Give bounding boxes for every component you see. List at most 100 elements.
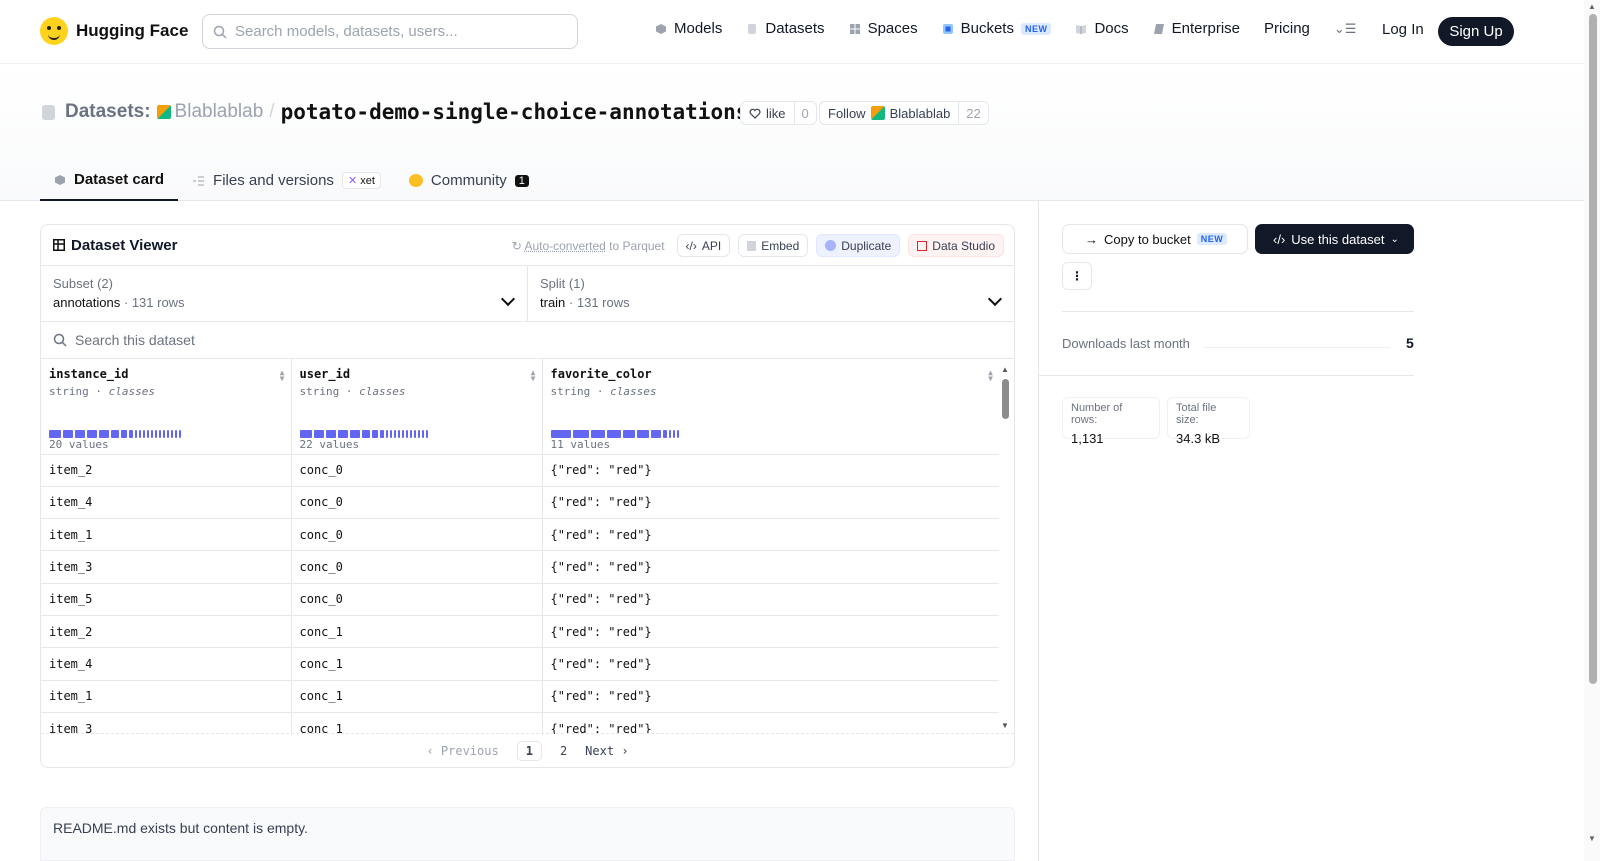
previous-page-button[interactable]: ‹ Previous <box>426 744 498 758</box>
table-cell[interactable]: conc_0 <box>291 454 543 487</box>
histogram-bar[interactable] <box>349 429 360 438</box>
histogram-bar[interactable] <box>159 429 161 438</box>
nav-spaces[interactable]: Spaces <box>849 20 918 37</box>
follow-main[interactable]: Follow Blablablab <box>820 102 960 124</box>
sort-icon[interactable]: ▲ ▼ <box>988 369 993 383</box>
scroll-up-icon[interactable]: ▲ <box>1001 365 1009 374</box>
nav-models[interactable]: Models <box>655 20 722 37</box>
scroll-down-icon[interactable]: ▼ <box>1001 721 1009 730</box>
table-row[interactable]: item_4 conc_0 {"red": "red"} <box>41 486 999 520</box>
histogram-bar[interactable] <box>385 429 388 438</box>
column-header-user-id[interactable]: user_id string · classes ▲ ▼ 22 values <box>291 359 543 455</box>
histogram-bar[interactable] <box>121 429 127 438</box>
histogram-bar[interactable] <box>393 429 396 438</box>
table-cell[interactable]: conc_1 <box>291 712 543 734</box>
table-row[interactable]: item_4 conc_1 {"red": "red"} <box>41 647 999 681</box>
page-2-button[interactable]: 2 <box>560 744 567 758</box>
table-cell[interactable]: {"red": "red"} <box>542 647 999 681</box>
global-search-input[interactable] <box>235 23 555 40</box>
table-cell[interactable]: item_4 <box>41 647 292 681</box>
histogram-bar[interactable] <box>313 429 324 438</box>
table-row[interactable]: item_1 conc_0 {"red": "red"} <box>41 518 999 552</box>
table-cell[interactable]: {"red": "red"} <box>542 680 999 713</box>
histogram-bar[interactable] <box>111 429 119 438</box>
table-row[interactable]: item_3 conc_0 {"red": "red"} <box>41 550 999 584</box>
scroll-up-icon[interactable]: ▲ <box>1588 2 1596 11</box>
histogram-bar[interactable] <box>299 429 312 438</box>
histogram-bar[interactable] <box>147 429 149 438</box>
histogram-bar[interactable] <box>413 429 416 438</box>
histogram-bar[interactable] <box>337 429 348 438</box>
histogram[interactable] <box>49 429 181 438</box>
table-cell[interactable]: item_3 <box>41 550 292 584</box>
table-cell[interactable]: {"red": "red"} <box>542 454 999 487</box>
table-cell[interactable]: conc_1 <box>291 647 543 681</box>
histogram-bar[interactable] <box>417 429 420 438</box>
repo-name[interactable]: potato-demo-single-choice-annotations <box>281 100 749 124</box>
table-cell[interactable]: {"red": "red"} <box>542 486 999 520</box>
histogram-bar[interactable] <box>75 429 85 438</box>
page-scroll-thumb[interactable] <box>1589 14 1597 684</box>
nav-pricing[interactable]: Pricing <box>1264 20 1310 37</box>
histogram-bar[interactable] <box>155 429 157 438</box>
like-button[interactable]: like 0 <box>740 101 817 125</box>
histogram-bar[interactable] <box>389 429 392 438</box>
tab-community[interactable]: Community 1 <box>395 160 543 201</box>
table-cell[interactable]: {"red": "red"} <box>542 615 999 649</box>
histogram-bar[interactable] <box>590 429 605 438</box>
histogram-bar[interactable] <box>421 429 424 438</box>
like-main[interactable]: like <box>741 102 795 124</box>
table-cell[interactable]: conc_0 <box>291 550 543 584</box>
table-cell[interactable]: {"red": "red"} <box>542 712 999 734</box>
scroll-thumb[interactable] <box>1002 379 1009 419</box>
embed-button[interactable]: Embed <box>738 234 809 257</box>
dataset-search-input[interactable] <box>75 332 475 348</box>
histogram-bar[interactable] <box>135 429 137 438</box>
tab-files-and-versions[interactable]: Files and versions ✕ xet <box>178 160 395 201</box>
histogram-bar[interactable] <box>650 429 661 438</box>
histogram-bar[interactable] <box>175 429 177 438</box>
table-cell[interactable]: item_2 <box>41 615 292 649</box>
histogram-bar[interactable] <box>550 429 571 438</box>
histogram-bar[interactable] <box>49 429 61 438</box>
histogram-bar[interactable] <box>163 429 165 438</box>
nav-datasets[interactable]: Datasets <box>746 20 825 37</box>
table-cell[interactable]: item_5 <box>41 583 292 616</box>
login-link[interactable]: Log In <box>1382 21 1424 38</box>
nav-buckets[interactable]: Buckets NEW <box>942 20 1052 37</box>
table-row[interactable]: item_3 conc_1 {"red": "red"} <box>41 712 999 734</box>
table-cell[interactable]: conc_1 <box>291 680 543 713</box>
histogram-bar[interactable] <box>676 429 679 438</box>
histogram-bar[interactable] <box>139 429 141 438</box>
page-scrollbar[interactable]: ▲ ▼ <box>1584 0 1600 861</box>
sort-icon[interactable]: ▲ ▼ <box>280 369 285 383</box>
histogram-bar[interactable] <box>99 429 109 438</box>
table-cell[interactable]: conc_1 <box>291 615 543 649</box>
data-studio-button[interactable]: Data Studio <box>908 234 1004 257</box>
subset-select[interactable]: Subset (2) annotations · 131 rows <box>41 266 527 321</box>
column-header-favorite-color[interactable]: favorite_color string · classes ▲ ▼ 11 va… <box>542 359 999 455</box>
histogram-bar[interactable] <box>63 429 73 438</box>
table-row[interactable]: item_1 conc_1 {"red": "red"} <box>41 680 999 713</box>
histogram[interactable] <box>299 429 428 438</box>
histogram-bar[interactable] <box>179 429 181 438</box>
histogram-bar[interactable] <box>606 429 621 438</box>
autoconverted-link[interactable]: Auto-converted <box>524 239 605 253</box>
table-cell[interactable]: item_1 <box>41 518 292 552</box>
follow-button[interactable]: Follow Blablablab 22 <box>819 101 989 125</box>
api-button[interactable]: ‹/› API <box>676 234 731 257</box>
table-row[interactable]: item_2 conc_0 {"red": "red"} <box>41 454 999 487</box>
nav-docs[interactable]: Docs <box>1075 20 1129 37</box>
histogram-bar[interactable] <box>672 429 675 438</box>
nav-enterprise[interactable]: Enterprise <box>1153 20 1240 37</box>
use-this-dataset-button[interactable]: ‹/› Use this dataset ⌄ <box>1255 224 1414 254</box>
signup-button[interactable]: Sign Up <box>1438 17 1514 46</box>
table-cell[interactable]: item_1 <box>41 680 292 713</box>
page-1-button[interactable]: 1 <box>516 740 542 761</box>
histogram-bar[interactable] <box>401 429 404 438</box>
histogram-bar[interactable] <box>171 429 173 438</box>
table-cell[interactable]: {"red": "red"} <box>542 518 999 552</box>
table-cell[interactable]: item_4 <box>41 486 292 520</box>
table-cell[interactable]: item_3 <box>41 712 292 734</box>
histogram-bar[interactable] <box>425 429 428 438</box>
